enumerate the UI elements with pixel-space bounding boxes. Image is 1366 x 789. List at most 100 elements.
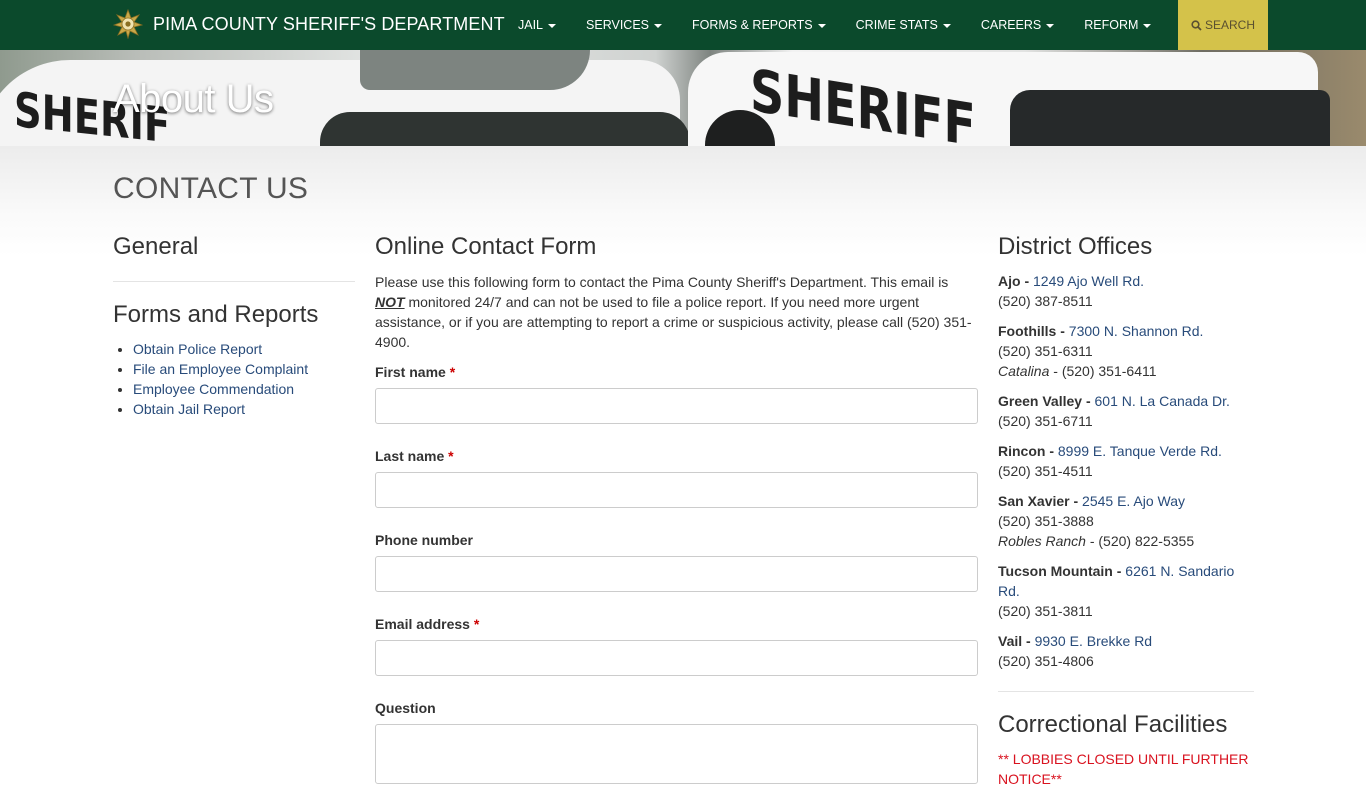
office-sub-name: Robles Ranch [998, 533, 1086, 549]
employee-commendation-link[interactable]: Employee Commendation [133, 381, 294, 397]
last-name-group: Last name * [375, 448, 978, 508]
general-heading: General [113, 233, 199, 260]
phone-label: Phone number [375, 532, 474, 548]
nav-services-label: SERVICES [586, 18, 650, 32]
nav-careers[interactable]: CAREERS [966, 0, 1069, 50]
nav-crime-stats[interactable]: CRIME STATS [841, 0, 966, 50]
office-address-link[interactable]: 1249 Ajo Well Rd. [1033, 273, 1144, 289]
phone-group: Phone number [375, 532, 978, 592]
last-name-input[interactable] [375, 472, 978, 508]
email-group: Email address * [375, 616, 978, 676]
email-input[interactable] [375, 640, 978, 676]
nav-forms-reports-label: FORMS & REPORTS [692, 18, 813, 32]
required-marker: * [473, 616, 480, 632]
first-name-label-text: First name [375, 364, 446, 380]
caret-down-icon [548, 23, 557, 28]
hero-banner: SHERIF SHERIFF About Us [0, 50, 1366, 146]
brand-title: PIMA COUNTY SHERIFF'S DEPARTMENT [153, 13, 505, 34]
nav-reform[interactable]: REFORM [1069, 0, 1166, 50]
office-phone: (520) 351-6311 [998, 343, 1093, 359]
office-green-valley: Green Valley - 601 N. La Canada Dr. (520… [998, 391, 1254, 431]
contact-form-heading: Online Contact Form [375, 233, 597, 260]
first-name-input[interactable] [375, 388, 978, 424]
search-button[interactable]: SEARCH [1178, 0, 1268, 50]
office-name: Foothills - [998, 323, 1065, 339]
search-icon [1191, 19, 1202, 31]
nav-jail[interactable]: JAIL [503, 0, 571, 50]
hero-vehicle-left-window [360, 50, 590, 90]
intro-text-part1: Please use this following form to contac… [375, 274, 949, 290]
first-name-group: First name * [375, 364, 978, 424]
file-employee-complaint-link[interactable]: File an Employee Complaint [133, 361, 308, 377]
right-sidebar: District Offices Ajo - 1249 Ajo Well Rd.… [998, 233, 1254, 789]
office-san-xavier: San Xavier - 2545 E. Ajo Way (520) 351-3… [998, 491, 1254, 551]
office-sub-phone: - (520) 351-6411 [1049, 363, 1157, 379]
office-name: Rincon - [998, 443, 1054, 459]
brand-link[interactable]: PIMA COUNTY SHERIFF'S DEPARTMENT [112, 8, 505, 40]
list-item: Obtain Police Report [133, 339, 355, 359]
forms-reports-heading: Forms and Reports [113, 301, 319, 328]
lobbies-closed-notice: ** LOBBIES CLOSED UNTIL FURTHER NOTICE** [998, 751, 1249, 787]
office-address-link[interactable]: 9930 E. Brekke Rd [1035, 633, 1153, 649]
obtain-jail-report-link[interactable]: Obtain Jail Report [133, 401, 245, 417]
office-phone: (520) 351-3811 [998, 603, 1093, 619]
office-phone: (520) 351-4511 [998, 463, 1093, 479]
email-label: Email address * [375, 616, 978, 632]
caret-down-icon [1143, 23, 1152, 28]
first-name-label: First name * [375, 364, 978, 380]
caret-down-icon [1046, 23, 1055, 28]
top-navbar: PIMA COUNTY SHERIFF'S DEPARTMENT JAIL SE… [0, 0, 1366, 50]
list-item: Employee Commendation [133, 379, 355, 399]
nav-services[interactable]: SERVICES [571, 0, 677, 50]
hero-title: About Us [113, 77, 274, 121]
caret-down-icon [817, 23, 826, 28]
last-name-label: Last name * [375, 448, 978, 464]
office-address-link[interactable]: 2545 E. Ajo Way [1082, 493, 1185, 509]
list-item: Obtain Jail Report [133, 399, 355, 419]
office-rincon: Rincon - 8999 E. Tanque Verde Rd. (520) … [998, 441, 1254, 481]
office-name: Green Valley - [998, 393, 1091, 409]
office-phone: (520) 387-8511 [998, 293, 1093, 309]
sheriff-star-badge-icon [112, 8, 144, 40]
phone-input[interactable] [375, 556, 978, 592]
office-sub-name: Catalina [998, 363, 1050, 379]
divider [998, 691, 1254, 692]
office-name: Ajo - [998, 273, 1030, 289]
question-group: Question [375, 700, 978, 784]
district-offices-heading: District Offices [998, 233, 1153, 260]
office-phone: (520) 351-4806 [998, 653, 1094, 669]
office-vail: Vail - 9930 E. Brekke Rd (520) 351-4806 [998, 631, 1254, 671]
divider [113, 281, 355, 282]
required-marker: * [448, 448, 454, 464]
question-textarea[interactable] [375, 724, 978, 784]
list-item: File an Employee Complaint [133, 359, 355, 379]
intro-text-part2: monitored 24/7 and can not be used to fi… [375, 294, 972, 350]
forms-reports-list: Obtain Police Report File an Employee Co… [113, 339, 355, 419]
office-phone: (520) 351-6711 [998, 413, 1093, 429]
search-label: SEARCH [1204, 18, 1255, 32]
contact-form-column: Online Contact Form Please use this foll… [375, 233, 978, 784]
office-sub-phone: - (520) 822-5355 [1085, 533, 1195, 549]
main-menu: JAIL SERVICES FORMS & REPORTS CRIME STAT… [503, 0, 1166, 50]
hero-vehicle-left-hood [320, 112, 690, 146]
correctional-facilities-heading: Correctional Facilities [998, 711, 1228, 738]
office-address-link[interactable]: 7300 N. Shannon Rd. [1069, 323, 1204, 339]
email-label-text: Email address [375, 616, 470, 632]
nav-careers-label: CAREERS [980, 18, 1042, 32]
office-name: San Xavier - [998, 493, 1079, 509]
page-title: CONTACT US [113, 172, 309, 205]
contact-form-intro: Please use this following form to contac… [375, 272, 978, 352]
required-marker: * [449, 364, 456, 380]
office-name: Vail - [998, 633, 1031, 649]
office-phone: (520) 351-3888 [998, 513, 1094, 529]
hero-vehicle-right-grille [1010, 90, 1330, 146]
last-name-label-text: Last name [375, 448, 445, 464]
caret-down-icon [654, 23, 663, 28]
nav-forms-reports[interactable]: FORMS & REPORTS [677, 0, 841, 50]
intro-emphasis: NOT [375, 294, 405, 310]
question-label: Question [375, 700, 436, 716]
obtain-police-report-link[interactable]: Obtain Police Report [133, 341, 262, 357]
office-address-link[interactable]: 8999 E. Tanque Verde Rd. [1058, 443, 1222, 459]
office-address-link[interactable]: 601 N. La Canada Dr. [1095, 393, 1230, 409]
office-tucson-mountain: Tucson Mountain - 6261 N. Sandario Rd. (… [998, 561, 1254, 621]
